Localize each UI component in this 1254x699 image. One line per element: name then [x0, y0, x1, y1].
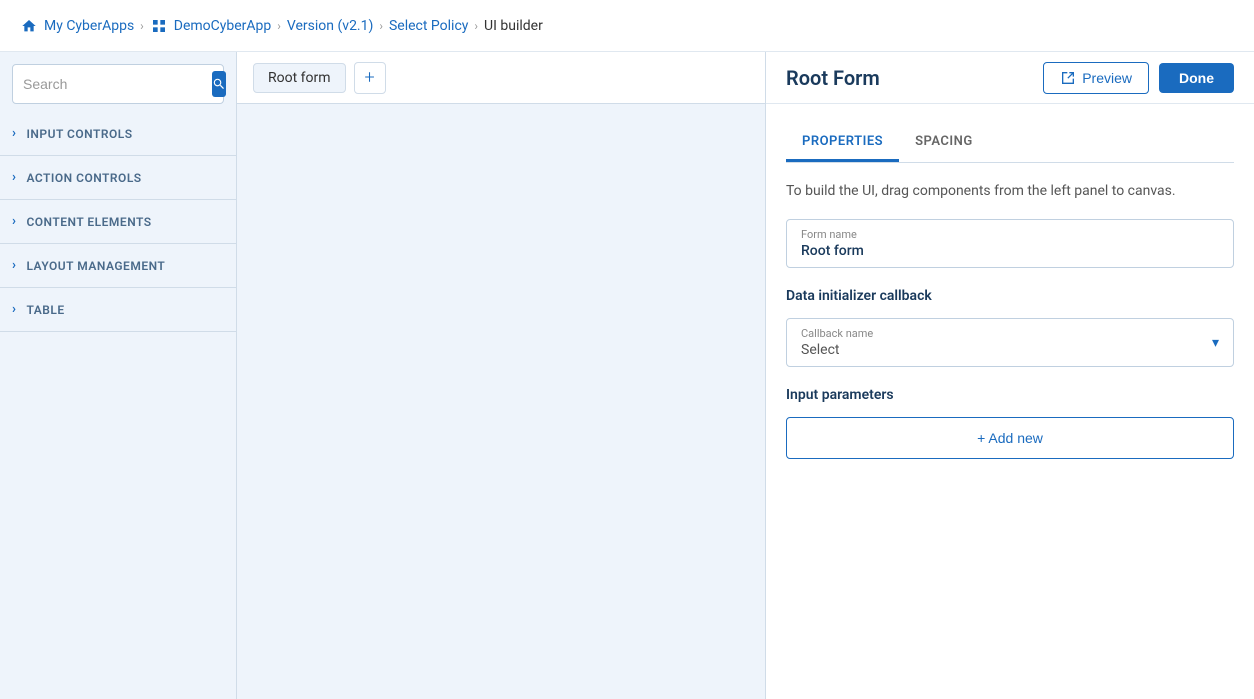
breadcrumb-bar: My CyberApps › DemoCyberApp › Version (v… [0, 0, 1254, 52]
preview-button[interactable]: Preview [1043, 62, 1149, 94]
sidebar-item-input-controls[interactable]: › INPUT CONTROLS [0, 112, 236, 156]
add-new-button[interactable]: + Add new [786, 417, 1234, 459]
breadcrumb-sep-1: › [140, 19, 144, 33]
sidebar: › INPUT CONTROLS › ACTION CONTROLS › CON… [0, 52, 237, 699]
breadcrumb-item-version[interactable]: Version (v2.1) [287, 18, 373, 34]
canvas-tab-root-form[interactable]: Root form [253, 63, 346, 93]
breadcrumb-sep-4: › [474, 19, 478, 33]
breadcrumb-sep-3: › [379, 19, 383, 33]
chevron-right-icon-layout: › [12, 258, 16, 273]
sidebar-item-content-elements[interactable]: › CONTENT ELEMENTS [0, 200, 236, 244]
canvas-body [237, 104, 765, 699]
main-layout: › INPUT CONTROLS › ACTION CONTROLS › CON… [0, 52, 1254, 699]
form-name-field[interactable]: Form name Root form [786, 219, 1234, 268]
canvas-tabs: Root form + [237, 52, 765, 104]
chevron-right-icon-input: › [12, 126, 16, 141]
form-name-value: Root form [801, 243, 1219, 259]
right-panel-header: Root Form Preview Done [766, 52, 1254, 104]
sidebar-item-table[interactable]: › TABLE [0, 288, 236, 332]
canvas-area: Root form + [237, 52, 766, 699]
breadcrumb-sep-2: › [277, 19, 281, 33]
chevron-right-icon-action: › [12, 170, 16, 185]
search-input[interactable] [23, 76, 204, 92]
right-panel: Root Form Preview Done PROPERTIES SPACIN… [766, 52, 1254, 699]
dropdown-arrow-icon: ▾ [1212, 335, 1219, 351]
sidebar-item-layout-management[interactable]: › LAYOUT MANAGEMENT [0, 244, 236, 288]
chevron-right-icon-content: › [12, 214, 16, 229]
data-initializer-label: Data initializer callback [786, 288, 1234, 304]
callback-name-value: Select [801, 342, 873, 358]
home-icon [20, 17, 38, 35]
tab-spacing[interactable]: SPACING [899, 124, 989, 162]
breadcrumb-item-ui-builder: UI builder [484, 18, 543, 34]
input-params-label: Input parameters [786, 387, 1234, 403]
breadcrumb-item-select-policy[interactable]: Select Policy [389, 18, 468, 34]
canvas-add-tab-button[interactable]: + [354, 62, 386, 94]
apps-icon [150, 17, 168, 35]
sidebar-item-action-controls[interactable]: › ACTION CONTROLS [0, 156, 236, 200]
tab-properties[interactable]: PROPERTIES [786, 124, 899, 162]
header-buttons: Preview Done [1043, 62, 1234, 94]
done-button[interactable]: Done [1159, 63, 1234, 93]
hint-text: To build the UI, drag components from th… [786, 183, 1234, 199]
chevron-right-icon-table: › [12, 302, 16, 317]
form-name-label: Form name [801, 228, 1219, 241]
breadcrumb-item-mycyberapps[interactable]: My CyberApps [20, 17, 134, 35]
panel-tabs: PROPERTIES SPACING [786, 124, 1234, 163]
search-button[interactable] [212, 71, 226, 97]
breadcrumb-item-democyberapp[interactable]: DemoCyberApp [150, 17, 272, 35]
right-panel-title: Root Form [786, 66, 880, 90]
right-panel-body: PROPERTIES SPACING To build the UI, drag… [766, 104, 1254, 479]
callback-name-select[interactable]: Callback name Select ▾ [786, 318, 1234, 367]
search-box[interactable] [12, 64, 224, 104]
callback-name-label: Callback name [801, 327, 873, 340]
